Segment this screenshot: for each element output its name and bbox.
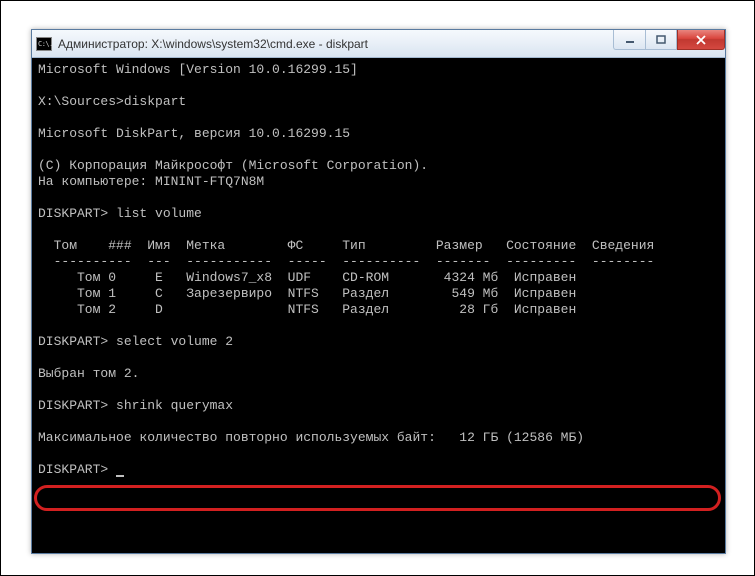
titlebar[interactable]: C:\. Администратор: X:\windows\system32\… bbox=[32, 30, 725, 58]
output-line: X:\Sources>diskpart bbox=[38, 94, 186, 109]
output-line: DISKPART> shrink querymax bbox=[38, 398, 233, 413]
terminal-output[interactable]: Microsoft Windows [Version 10.0.16299.15… bbox=[32, 58, 725, 553]
minimize-button[interactable] bbox=[613, 30, 645, 50]
cmd-window: C:\. Администратор: X:\windows\system32\… bbox=[31, 29, 726, 554]
prompt-line: DISKPART> bbox=[38, 462, 116, 477]
table-row: Том 0 E Windows7_x8 UDF CD-ROM 4324 Мб И… bbox=[38, 270, 576, 285]
output-line: Microsoft Windows [Version 10.0.16299.15… bbox=[38, 62, 358, 77]
table-row: Том 2 D NTFS Раздел 28 Гб Исправен bbox=[38, 302, 576, 317]
minimize-icon bbox=[625, 35, 635, 45]
output-line: DISKPART> select volume 2 bbox=[38, 334, 233, 349]
output-line: Максимальное количество повторно использ… bbox=[38, 430, 584, 445]
output-line: Microsoft DiskPart, версия 10.0.16299.15 bbox=[38, 126, 350, 141]
maximize-icon bbox=[656, 35, 666, 45]
output-line: На компьютере: MININT-FTQ7N8M bbox=[38, 174, 264, 189]
close-button[interactable] bbox=[677, 30, 725, 50]
cursor bbox=[116, 475, 124, 477]
output-line: DISKPART> list volume bbox=[38, 206, 202, 221]
output-line: Выбран том 2. bbox=[38, 366, 139, 381]
output-line: (C) Корпорация Майкрософт (Microsoft Cor… bbox=[38, 158, 428, 173]
close-icon bbox=[696, 35, 706, 45]
window-controls bbox=[613, 30, 725, 50]
maximize-button[interactable] bbox=[645, 30, 677, 50]
table-row: Том 1 C Зарезервиро NTFS Раздел 549 Мб И… bbox=[38, 286, 576, 301]
cmd-icon: C:\. bbox=[36, 37, 52, 51]
table-divider: ---------- --- ----------- ----- -------… bbox=[38, 254, 654, 269]
table-header: Том ### Имя Метка ФС Тип Размер Состояни… bbox=[38, 238, 654, 253]
